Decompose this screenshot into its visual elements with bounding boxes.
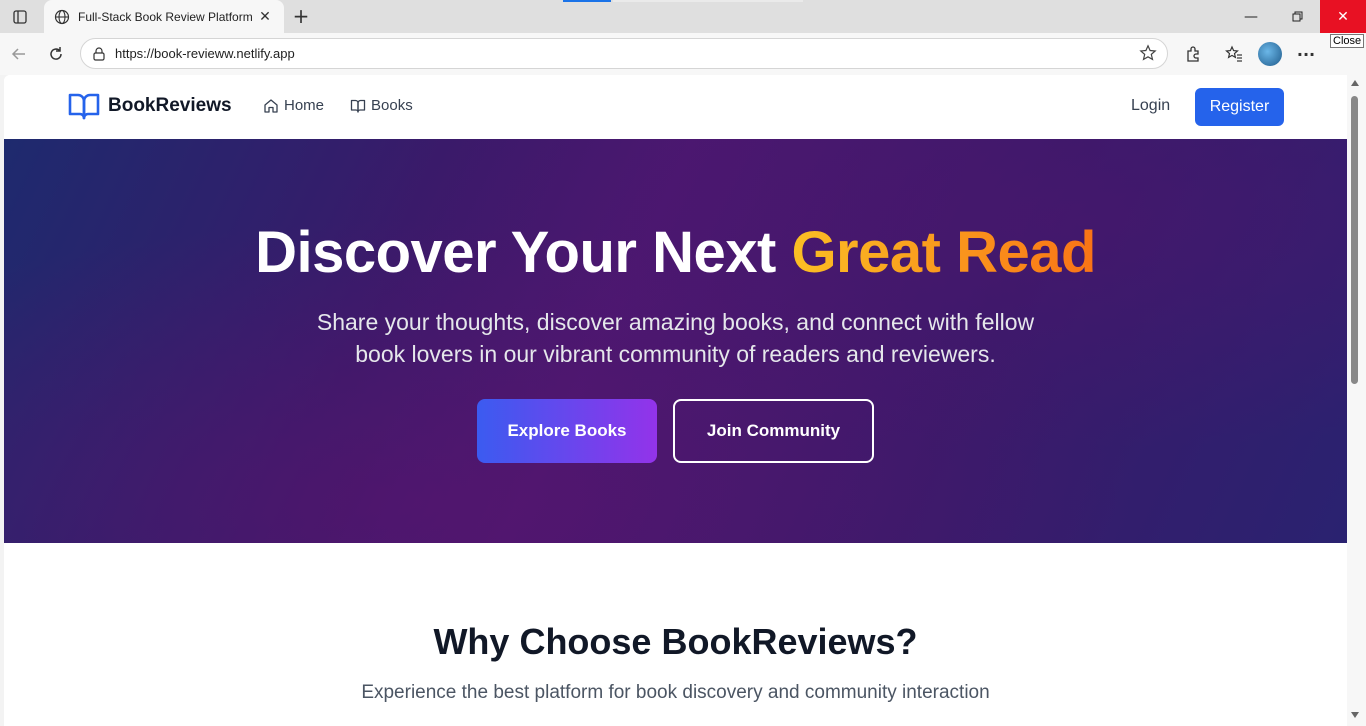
brand-name: BookReviews [108, 95, 232, 116]
book-icon [350, 98, 366, 114]
browser-tab[interactable]: Full-Stack Book Review Platform ✕ [44, 0, 284, 33]
plus-icon[interactable]: + [290, 4, 312, 28]
hero-title-accent: Great Read [791, 220, 1096, 285]
register-button[interactable]: Register [1195, 88, 1284, 126]
site-info-icon[interactable] [91, 46, 107, 62]
window-close-button[interactable]: ✕ [1320, 0, 1366, 33]
nav-home-label: Home [284, 97, 325, 114]
home-icon [263, 98, 279, 114]
site-navbar: BookReviews Home Books Login Register [4, 75, 1347, 139]
nav-books-label: Books [371, 97, 413, 114]
nav-books-link[interactable]: Books [350, 97, 413, 114]
book-open-icon [68, 91, 100, 121]
favorites-icon[interactable] [1221, 41, 1247, 67]
scroll-down-arrow[interactable] [1351, 712, 1359, 718]
tab-indicator [563, 0, 611, 2]
why-section-subtitle: Experience the best platform for book di… [361, 682, 990, 703]
more-icon[interactable]: ··· [1293, 41, 1319, 67]
globe-icon [54, 9, 70, 25]
why-section-title: Why Choose BookReviews? [433, 621, 918, 662]
nav-home-link[interactable]: Home [263, 97, 324, 114]
minimize-icon[interactable]: — [1228, 0, 1274, 33]
tab-title: Full-Stack Book Review Platform [78, 9, 253, 24]
url-text: https://book-revieww.netlify.app [115, 46, 295, 61]
login-link[interactable]: Login [1131, 97, 1170, 115]
back-icon[interactable] [6, 41, 32, 67]
tab-list-icon[interactable] [8, 6, 32, 28]
browser-toolbar: https://book-revieww.netlify.app ··· [0, 33, 1366, 75]
close-tooltip: Close [1330, 34, 1365, 48]
hero-section: Discover Your Next Great Read Share your… [4, 139, 1347, 543]
favorite-star-icon[interactable] [1139, 44, 1159, 64]
brand-link[interactable]: BookReviews [68, 91, 232, 121]
hero-title: Discover Your Next Great Read [4, 219, 1347, 286]
hero-title-main: Discover Your Next [255, 220, 792, 285]
refresh-icon[interactable] [43, 41, 69, 67]
extensions-icon[interactable] [1180, 41, 1206, 67]
close-icon[interactable]: ✕ [256, 8, 274, 26]
tab-indicator [613, 0, 803, 2]
scroll-up-arrow[interactable] [1351, 80, 1359, 86]
profile-avatar[interactable] [1258, 42, 1282, 66]
hero-subtitle-line: book lovers in our vibrant community of … [355, 341, 996, 367]
page-viewport: BookReviews Home Books Login Register Di… [4, 75, 1347, 726]
join-community-button[interactable]: Join Community [673, 399, 874, 463]
hero-subtitle: Share your thoughts, discover amazing bo… [4, 306, 1347, 370]
scroll-thumb[interactable] [1351, 96, 1358, 384]
hero-subtitle-line: Share your thoughts, discover amazing bo… [316, 309, 1035, 335]
restore-icon[interactable] [1274, 0, 1320, 33]
explore-books-button[interactable]: Explore Books [477, 399, 657, 463]
browser-tab-strip: Full-Stack Book Review Platform ✕ + — ✕ [0, 0, 1366, 33]
address-bar[interactable]: https://book-revieww.netlify.app [80, 38, 1168, 69]
